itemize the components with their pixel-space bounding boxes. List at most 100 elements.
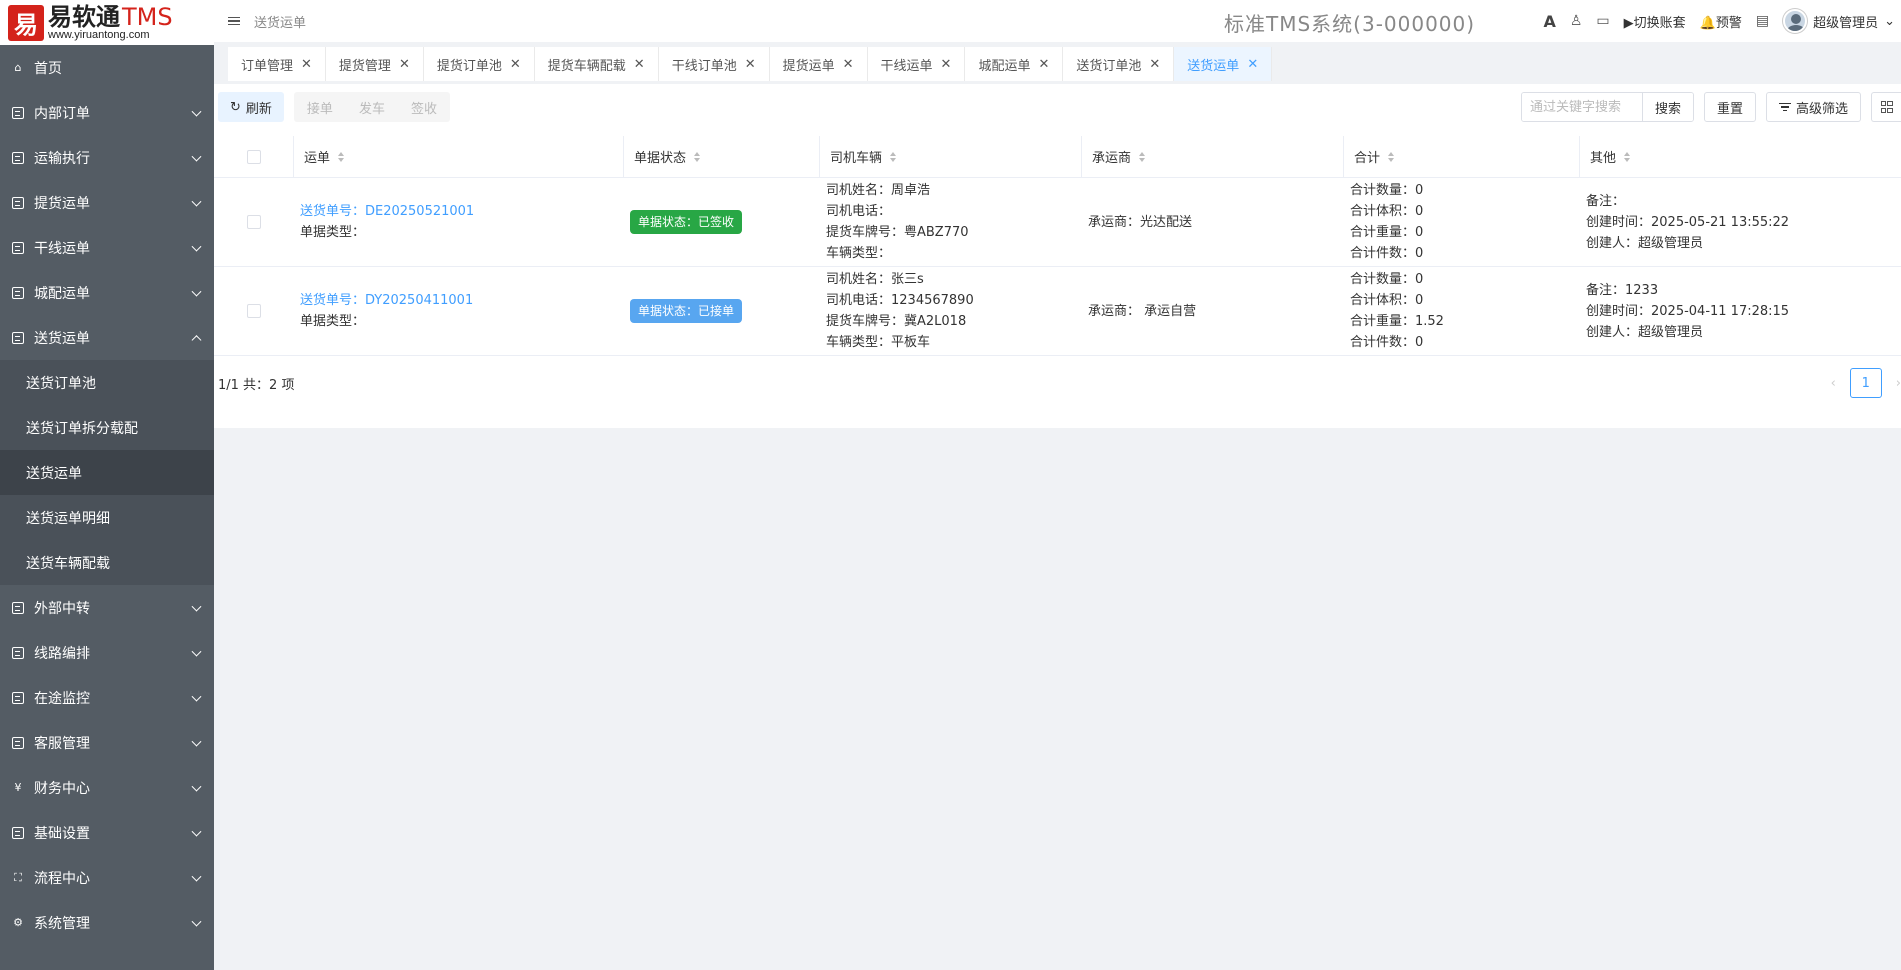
- switch-account-button[interactable]: ▶切换账套: [1624, 12, 1686, 31]
- sidebar-subitem-delivery-order-split[interactable]: 送货订单拆分载配: [0, 405, 214, 450]
- sort-icon[interactable]: [694, 151, 701, 162]
- row-checkbox[interactable]: [247, 304, 261, 318]
- sidebar-item-basic-settings[interactable]: 基础设置: [0, 810, 214, 855]
- column-waybill[interactable]: 运单: [294, 135, 624, 178]
- tab-trunk-waybill[interactable]: 干线运单 ✕: [867, 47, 966, 81]
- sidebar-item-label: 送货运单: [34, 330, 90, 347]
- sort-icon[interactable]: [890, 151, 897, 162]
- pagination-summary: 1/1 共：2 项: [218, 378, 295, 393]
- logo[interactable]: 易 易软通TMS www.yiruantong.com: [0, 0, 214, 45]
- sidebar-item-finance[interactable]: ¥ 财务中心: [0, 765, 214, 810]
- column-settings-button[interactable]: [1871, 92, 1901, 122]
- prev-page-icon[interactable]: ‹: [1831, 376, 1836, 391]
- sidebar-item-pickup-waybill[interactable]: 提货运单: [0, 180, 214, 225]
- menu-toggle-icon[interactable]: [228, 16, 240, 26]
- page-number[interactable]: 1: [1849, 368, 1882, 398]
- sidebar-item-internal-orders[interactable]: 内部订单: [0, 90, 214, 135]
- sidebar-subitem-delivery-vehicle-loading[interactable]: 送货车辆配载: [0, 540, 214, 585]
- logo-url: www.yiruantong.com: [48, 28, 150, 41]
- sidebar-item-system-management[interactable]: ⚙ 系统管理: [0, 900, 214, 945]
- sidebar-subitem-delivery-order-pool[interactable]: 送货订单池: [0, 360, 214, 405]
- chevron-up-icon: [191, 334, 202, 345]
- refresh-button[interactable]: ↻ 刷新: [218, 92, 284, 122]
- total-pieces: 合计件数：0: [1350, 246, 1424, 261]
- tab-trunk-order-pool[interactable]: 干线订单池 ✕: [658, 47, 770, 81]
- close-icon[interactable]: ✕: [301, 57, 312, 72]
- screen-icon[interactable]: ▭: [1596, 13, 1609, 29]
- column-other[interactable]: 其他: [1580, 136, 1901, 178]
- reset-button[interactable]: 重置: [1703, 92, 1756, 122]
- search-button[interactable]: 搜索: [1641, 93, 1693, 121]
- tab-delivery-order-pool[interactable]: 送货订单池 ✕: [1063, 47, 1175, 81]
- sort-icon[interactable]: [1388, 151, 1395, 162]
- search-box: 搜索: [1520, 92, 1694, 122]
- box-icon: [12, 151, 24, 164]
- close-icon[interactable]: ✕: [1149, 57, 1160, 72]
- refresh-icon: ↻: [230, 99, 241, 115]
- sidebar-subitem-delivery-waybill-detail[interactable]: 送货运单明细: [0, 495, 214, 540]
- document-icon[interactable]: ▤: [1756, 13, 1769, 29]
- sidebar-item-route-planning[interactable]: 线路编排: [0, 630, 214, 675]
- sidebar-item-home[interactable]: ⌂ 首页: [0, 45, 214, 90]
- sort-icon[interactable]: [1139, 151, 1146, 162]
- waybill-number-link[interactable]: 送货单号：DE20250521001: [300, 201, 624, 222]
- alert-button[interactable]: 🔔预警: [1700, 12, 1742, 31]
- close-icon[interactable]: ✕: [843, 57, 854, 72]
- tab-order-management[interactable]: 订单管理 ✕: [228, 47, 326, 81]
- table-row[interactable]: 送货单号：DY20250411001 单据类型： 单据状态：已接单 司机姓名：张…: [214, 267, 1901, 356]
- tab-delivery-waybill[interactable]: 送货运单 ✕: [1174, 47, 1273, 81]
- close-icon[interactable]: ✕: [1247, 57, 1258, 72]
- column-driver-vehicle[interactable]: 司机车辆: [820, 135, 1082, 178]
- search-input[interactable]: [1521, 93, 1642, 121]
- user-icon[interactable]: ♙: [1570, 13, 1583, 29]
- box-icon: [12, 196, 24, 209]
- sidebar-item-transport-execution[interactable]: 运输执行: [0, 135, 214, 180]
- table-row[interactable]: 送货单号：DE20250521001 单据类型： 单据状态：已签收 司机姓名：周…: [214, 178, 1901, 267]
- carrier: 承运商：光达配送: [1088, 214, 1193, 230]
- org-icon: ⛶: [14, 870, 22, 884]
- waybill-number-link[interactable]: 送货单号：DY20250411001: [300, 290, 624, 311]
- close-icon[interactable]: ✕: [634, 57, 645, 72]
- column-carrier[interactable]: 承运商: [1082, 135, 1344, 178]
- sign-button[interactable]: 签收: [398, 92, 450, 122]
- system-title: 标准TMS系统(3-000000): [1224, 12, 1476, 36]
- sidebar-item-customer-service[interactable]: 客服管理: [0, 720, 214, 765]
- close-icon[interactable]: ✕: [745, 57, 756, 72]
- breadcrumb: 送货运单: [254, 15, 307, 31]
- tab-pickup-vehicle-loading[interactable]: 提货车辆配载 ✕: [534, 47, 659, 81]
- sidebar-item-delivery-waybill[interactable]: 送货运单: [0, 315, 214, 360]
- box-icon: [12, 646, 24, 659]
- row-checkbox[interactable]: [247, 215, 261, 229]
- sidebar-item-city-waybill[interactable]: 城配运单: [0, 270, 214, 315]
- tab-city-waybill[interactable]: 城配运单 ✕: [965, 47, 1064, 81]
- close-icon[interactable]: ✕: [399, 57, 410, 72]
- sort-icon[interactable]: [338, 151, 345, 162]
- advanced-filter-button[interactable]: 高级筛选: [1765, 92, 1861, 122]
- tab-pickup-management[interactable]: 提货管理 ✕: [325, 47, 424, 81]
- sidebar-item-external-transfer[interactable]: 外部中转: [0, 585, 214, 630]
- sidebar-item-in-transit-monitor[interactable]: 在途监控: [0, 675, 214, 720]
- select-all-checkbox[interactable]: [246, 149, 261, 164]
- driver-phone: 司机电话：1234567890: [826, 293, 974, 308]
- bell-icon: 🔔: [1699, 15, 1716, 31]
- column-totals[interactable]: 合计: [1344, 135, 1580, 178]
- close-icon[interactable]: ✕: [1038, 57, 1049, 72]
- column-status[interactable]: 单据状态: [624, 135, 820, 178]
- remark: 备注：: [1586, 193, 1626, 209]
- user-menu[interactable]: 超级管理员 ⌄: [1783, 9, 1895, 33]
- next-page-icon[interactable]: ›: [1896, 376, 1901, 391]
- sidebar-item-trunk-waybill[interactable]: 干线运单: [0, 225, 214, 270]
- font-size-icon[interactable]: A: [1543, 12, 1555, 31]
- sidebar-item-label: 运输执行: [34, 150, 90, 167]
- chevron-down-icon: [191, 241, 202, 252]
- tab-pickup-order-pool[interactable]: 提货订单池 ✕: [423, 47, 535, 81]
- close-icon[interactable]: ✕: [941, 57, 952, 72]
- depart-button[interactable]: 发车: [346, 92, 398, 122]
- accept-order-button[interactable]: 接单: [294, 92, 346, 122]
- sidebar-item-workflow[interactable]: ⛶ 流程中心: [0, 855, 214, 900]
- doc-type: 单据类型：: [300, 314, 366, 329]
- close-icon[interactable]: ✕: [510, 57, 521, 72]
- sidebar-subitem-delivery-waybill[interactable]: 送货运单: [0, 450, 214, 495]
- sort-icon[interactable]: [1624, 151, 1631, 162]
- tab-pickup-waybill[interactable]: 提货运单 ✕: [769, 47, 868, 81]
